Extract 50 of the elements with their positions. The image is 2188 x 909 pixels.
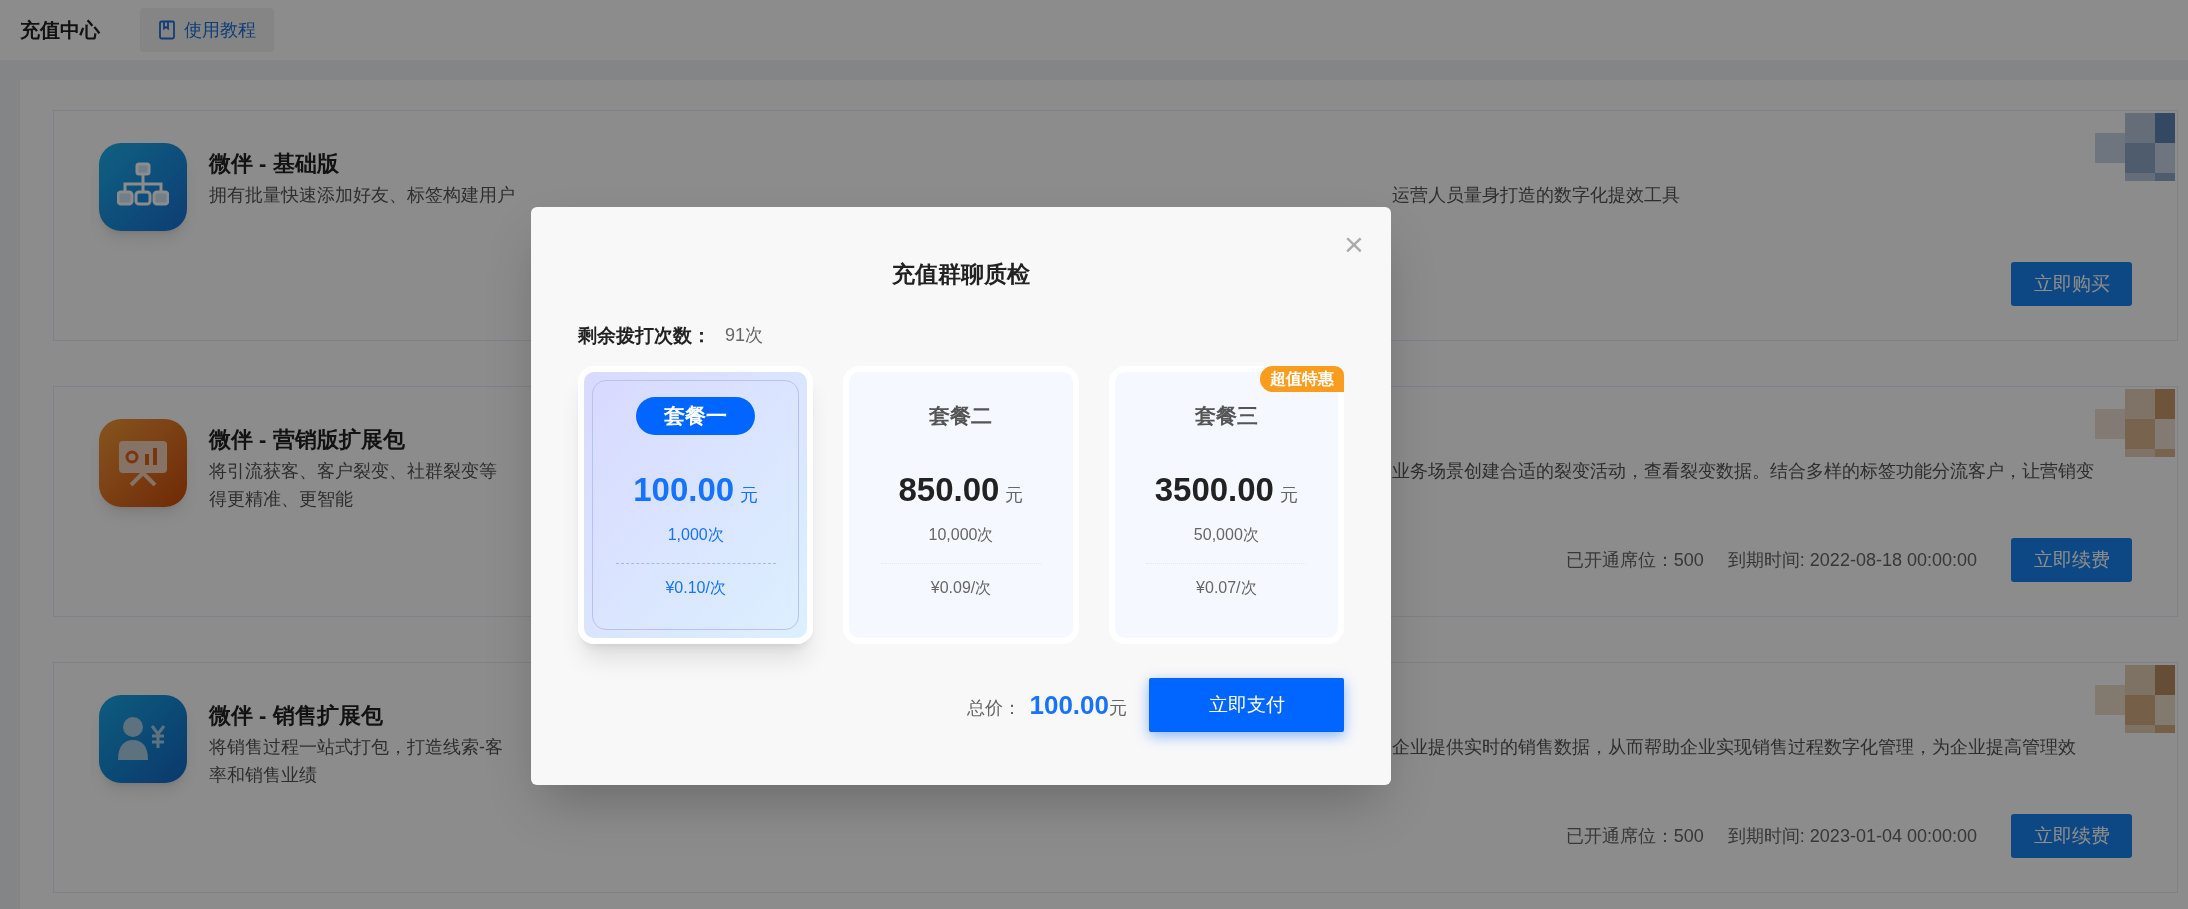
plan-count: 10,000次 [928,524,994,545]
product-description: 得更精准、更智能 [209,488,353,511]
remaining-label: 剩余拨打次数： [578,323,711,348]
plan-name: 套餐二 [928,403,994,430]
plan-card[interactable]: 套餐三 3500.00 元 50,000次 ¥0.07/次 超值特惠 [1108,366,1344,644]
renew-button[interactable]: 立即续费 [2011,814,2132,858]
plan-name: 套餐三 [1193,403,1259,430]
plan-count: 50,000次 [1193,524,1259,545]
seats-text: 已开通席位：500 [1565,548,1704,572]
deal-badge: 超值特惠 [1260,366,1344,392]
product-title: 微伴 - 销售扩展包 [209,702,383,730]
product-description: 业务场景创建合适的裂变活动，查看裂变数据。结合多样的标签功能分流客户，让营销变 [1392,460,2094,483]
plan-price: 100.00 [633,470,735,510]
tutorial-link[interactable]: 使用教程 [140,8,274,52]
page-title: 充值中心 [20,18,100,43]
product-description: 企业提供实时的销售数据，从而帮助企业实现销售过程数字化管理，为企业提高管理效 [1392,736,2076,759]
book-icon [158,20,176,40]
expiry-text: 到期时间: 2022-08-18 00:00:00 [1727,548,1977,572]
close-button[interactable]: × [1339,229,1369,259]
price-unit: 元 [740,484,759,507]
price-unit: 元 [1005,484,1024,507]
product-description: 将引流获客、客户裂变、社群裂变等 [209,460,497,483]
remaining-value: 91次 [725,324,764,348]
dialog-title: 充值群聊质检 [891,260,1031,289]
pay-button[interactable]: 立即支付 [1149,678,1344,732]
renew-button[interactable]: 立即续费 [2011,538,2132,582]
product-description: 率和销售业绩 [209,764,317,787]
buy-button[interactable]: 立即购买 [2011,262,2132,306]
plan-price: 850.00 [898,470,1000,510]
plan-count: 1,000次 [667,524,724,545]
plan-name: 套餐一 [636,397,756,435]
plan-card[interactable]: 套餐二 850.00 元 10,000次 ¥0.09/次 [843,366,1079,644]
plan-card[interactable]: 套餐一 100.00 元 1,000次 ¥0.10/次 [578,366,814,644]
product-description: 将销售过程一站式打包，打造线索-客 [209,736,503,759]
unit-price: ¥0.07/次 [1196,577,1257,598]
seats-text: 已开通席位：500 [1565,824,1704,848]
product-title: 微伴 - 营销版扩展包 [209,426,405,454]
total-unit: 元 [1109,696,1127,720]
product-description: 运营人员量身打造的数字化提效工具 [1392,184,1680,207]
expiry-text: 到期时间: 2023-01-04 00:00:00 [1727,824,1977,848]
total-label: 总价： [967,696,1022,720]
plan-price: 3500.00 [1154,470,1274,510]
unit-price: ¥0.10/次 [665,577,726,598]
total-amount: 100.00 [1029,688,1109,722]
unit-price: ¥0.09/次 [930,577,992,598]
product-description: 拥有批量快速添加好友、标签构建用户 [209,184,515,207]
presentation-chart-icon [118,440,168,486]
product-title: 微伴 - 基础版 [209,150,339,178]
person-yen-icon [118,716,168,762]
price-unit: 元 [1279,484,1298,507]
